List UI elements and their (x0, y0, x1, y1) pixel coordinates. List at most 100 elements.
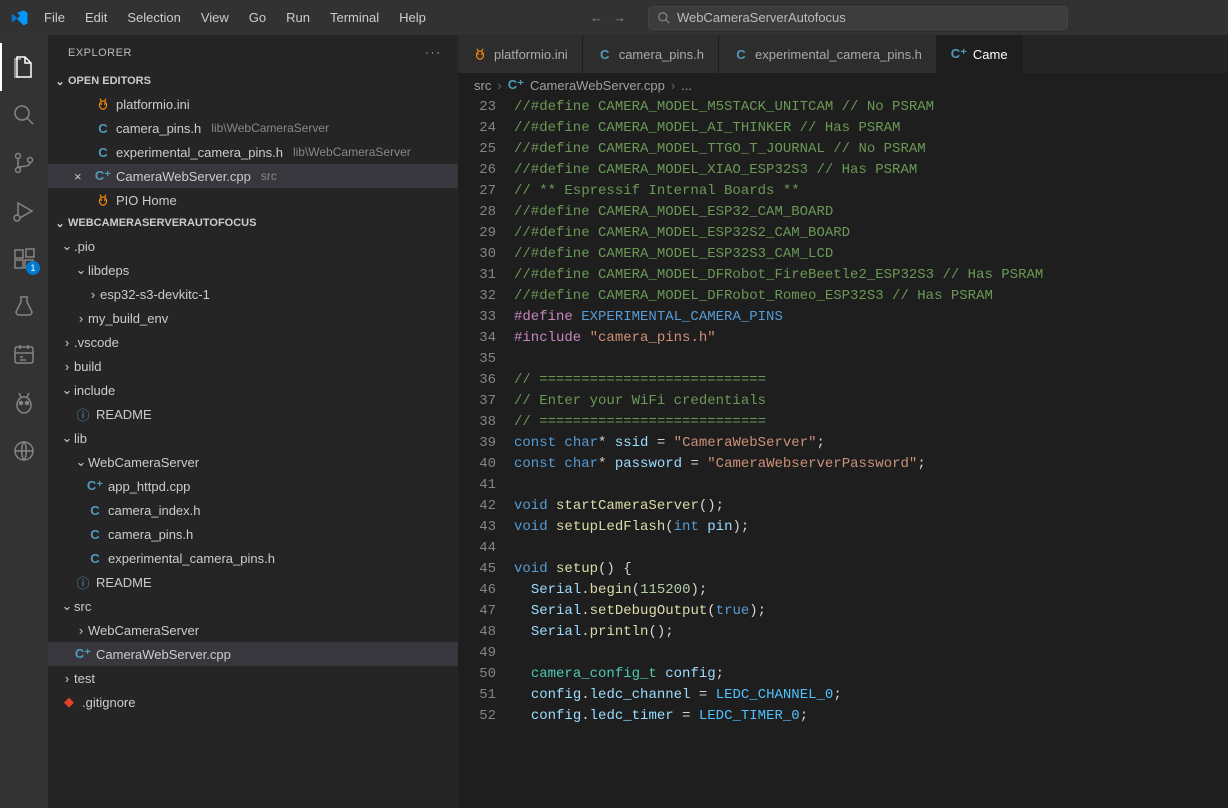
code-line[interactable] (514, 349, 1228, 370)
section-open-editors[interactable]: ⌄ OPEN EDITORS (48, 70, 458, 92)
activity-source-control[interactable] (0, 139, 48, 187)
code-line[interactable]: //#define CAMERA_MODEL_ESP32S2_CAM_BOARD (514, 223, 1228, 244)
activity-project-tasks[interactable] (0, 331, 48, 379)
editor-tab[interactable]: platformio.ini (458, 35, 583, 73)
menu-run[interactable]: Run (276, 4, 320, 31)
menu-selection[interactable]: Selection (117, 4, 190, 31)
folder-item[interactable]: ⌄libdeps (48, 258, 458, 282)
menu-go[interactable]: Go (239, 4, 276, 31)
chevron-down-icon: ⌄ (52, 75, 68, 88)
code-line[interactable]: //#define CAMERA_MODEL_ESP32S3_CAM_LCD (514, 244, 1228, 265)
folder-item[interactable]: ⌄src (48, 594, 458, 618)
item-name: experimental_camera_pins.h (108, 551, 275, 566)
folder-item[interactable]: ⌄.pio (48, 234, 458, 258)
folder-item[interactable]: ›.vscode (48, 330, 458, 354)
folder-item[interactable]: ›my_build_env (48, 306, 458, 330)
section-workspace[interactable]: ⌄ WEBCAMERASERVERAUTOFOCUS (48, 212, 458, 234)
code-line[interactable]: Serial.setDebugOutput(true); (514, 601, 1228, 622)
folder-item[interactable]: ›build (48, 354, 458, 378)
code-line[interactable]: config.ledc_channel = LEDC_CHANNEL_0; (514, 685, 1228, 706)
folder-item[interactable]: ›esp32-s3-devkitc-1 (48, 282, 458, 306)
code-line[interactable]: void setupLedFlash(int pin); (514, 517, 1228, 538)
editor-tab[interactable]: Cexperimental_camera_pins.h (719, 35, 937, 73)
code-line[interactable] (514, 538, 1228, 559)
code-line[interactable]: //#define CAMERA_MODEL_M5STACK_UNITCAM /… (514, 97, 1228, 118)
activity-run-debug[interactable] (0, 187, 48, 235)
code-line[interactable]: Serial.println(); (514, 622, 1228, 643)
code-line[interactable]: const char* password = "CameraWebserverP… (514, 454, 1228, 475)
file-item[interactable]: Ccamera_pins.h (48, 522, 458, 546)
line-number: 33 (458, 307, 496, 328)
activity-remote[interactable] (0, 427, 48, 475)
code-line[interactable]: void startCameraServer(); (514, 496, 1228, 517)
breadcrumb[interactable]: src › C⁺ CameraWebServer.cpp › ... (458, 73, 1228, 97)
code-lines[interactable]: //#define CAMERA_MODEL_M5STACK_UNITCAM /… (514, 97, 1228, 808)
code-line[interactable]: //#define CAMERA_MODEL_DFRobot_FireBeetl… (514, 265, 1228, 286)
menu-help[interactable]: Help (389, 4, 436, 31)
item-name: camera_pins.h (108, 527, 193, 542)
code-line[interactable]: // ** Espressif Internal Boards ** (514, 181, 1228, 202)
code-line[interactable]: Serial.begin(115200); (514, 580, 1228, 601)
code-line[interactable]: //#define CAMERA_MODEL_DFRobot_Romeo_ESP… (514, 286, 1228, 307)
line-number: 52 (458, 706, 496, 727)
close-icon[interactable]: × (74, 169, 94, 184)
file-item[interactable]: ⓘREADME (48, 402, 458, 426)
code-line[interactable] (514, 643, 1228, 664)
menu-edit[interactable]: Edit (75, 4, 117, 31)
c-file-icon: C (86, 503, 104, 518)
file-name: experimental_camera_pins.h (116, 145, 283, 160)
code-line[interactable]: // Enter your WiFi credentials (514, 391, 1228, 412)
line-number: 37 (458, 391, 496, 412)
code-line[interactable]: void setup() { (514, 559, 1228, 580)
activity-extensions[interactable]: 1 (0, 235, 48, 283)
menu-view[interactable]: View (191, 4, 239, 31)
command-center-search[interactable]: WebCameraServerAutofocus (648, 6, 1068, 30)
activity-platformio[interactable] (0, 379, 48, 427)
tab-label: platformio.ini (494, 47, 568, 62)
code-line[interactable]: //#define CAMERA_MODEL_AI_THINKER // Has… (514, 118, 1228, 139)
code-line[interactable]: //#define CAMERA_MODEL_XIAO_ESP32S3 // H… (514, 160, 1228, 181)
code-line[interactable]: #define EXPERIMENTAL_CAMERA_PINS (514, 307, 1228, 328)
nav-back-button[interactable]: ← (590, 10, 603, 25)
open-editor-item[interactable]: Cexperimental_camera_pins.hlib\WebCamera… (48, 140, 458, 164)
chevron-down-icon: ⌄ (74, 262, 88, 278)
open-editor-item[interactable]: ×C⁺CameraWebServer.cppsrc (48, 164, 458, 188)
open-editor-item[interactable]: platformio.ini (48, 92, 458, 116)
editor-tab[interactable]: Ccamera_pins.h (583, 35, 719, 73)
file-item[interactable]: ⓘREADME (48, 570, 458, 594)
code-editor[interactable]: 2324252627282930313233343536373839404142… (458, 97, 1228, 808)
platformio-icon (94, 193, 112, 207)
code-line[interactable]: const char* ssid = "CameraWebServer"; (514, 433, 1228, 454)
file-item[interactable]: Ccamera_index.h (48, 498, 458, 522)
file-item[interactable]: ◆.gitignore (48, 690, 458, 714)
menu-file[interactable]: File (34, 4, 75, 31)
code-line[interactable]: //#define CAMERA_MODEL_TTGO_T_JOURNAL //… (514, 139, 1228, 160)
file-item[interactable]: Cexperimental_camera_pins.h (48, 546, 458, 570)
code-line[interactable]: config.ledc_timer = LEDC_TIMER_0; (514, 706, 1228, 727)
menu-terminal[interactable]: Terminal (320, 4, 389, 31)
item-name: app_httpd.cpp (108, 479, 190, 494)
code-line[interactable] (514, 475, 1228, 496)
editor-tab[interactable]: C⁺Came (937, 35, 1023, 73)
code-line[interactable]: // =========================== (514, 412, 1228, 433)
file-item[interactable]: C⁺CameraWebServer.cpp (48, 642, 458, 666)
open-editor-item[interactable]: PIO Home (48, 188, 458, 212)
open-editor-item[interactable]: Ccamera_pins.hlib\WebCameraServer (48, 116, 458, 140)
more-icon[interactable]: ··· (425, 47, 442, 59)
line-number: 25 (458, 139, 496, 160)
folder-item[interactable]: ⌄include (48, 378, 458, 402)
activity-testing[interactable] (0, 283, 48, 331)
folder-item[interactable]: ⌄lib (48, 426, 458, 450)
code-line[interactable]: #include "camera_pins.h" (514, 328, 1228, 349)
line-number: 35 (458, 349, 496, 370)
code-line[interactable]: // =========================== (514, 370, 1228, 391)
code-line[interactable]: camera_config_t config; (514, 664, 1228, 685)
file-item[interactable]: C⁺app_httpd.cpp (48, 474, 458, 498)
folder-item[interactable]: ⌄WebCameraServer (48, 450, 458, 474)
activity-explorer[interactable] (0, 43, 48, 91)
nav-forward-button[interactable]: → (613, 10, 626, 25)
activity-search[interactable] (0, 91, 48, 139)
folder-item[interactable]: ›test (48, 666, 458, 690)
folder-item[interactable]: ›WebCameraServer (48, 618, 458, 642)
code-line[interactable]: //#define CAMERA_MODEL_ESP32_CAM_BOARD (514, 202, 1228, 223)
